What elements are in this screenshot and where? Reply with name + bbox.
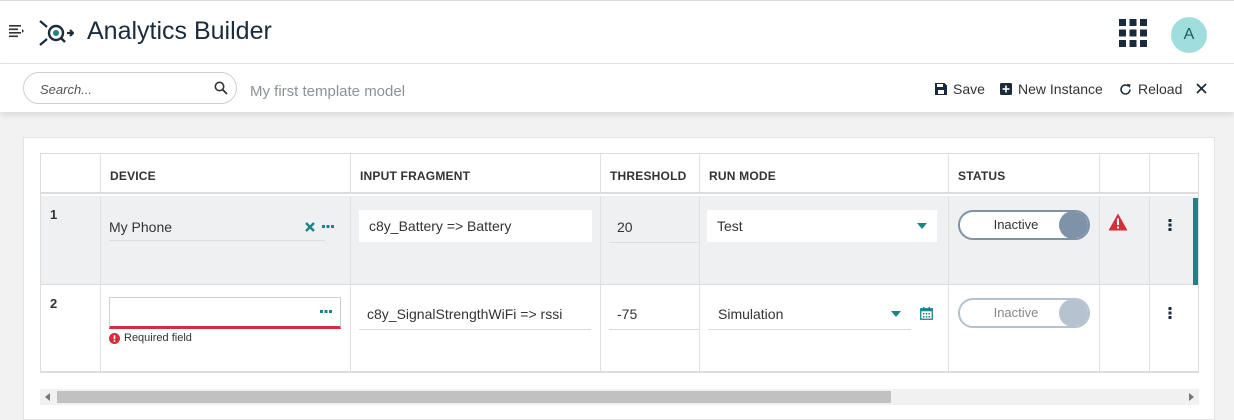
- device-cell: Required field: [101, 285, 351, 371]
- hamburger-icon[interactable]: [8, 23, 24, 39]
- reload-button[interactable]: Reload: [1119, 80, 1182, 98]
- device-field[interactable]: My Phone: [109, 213, 325, 241]
- table-row: 1 My Phone c8y_Battery => Battery 20 Tes…: [41, 196, 1198, 285]
- column-header-warning: [1100, 154, 1150, 194]
- status-label: Inactive: [993, 305, 1039, 320]
- input-fragment-field[interactable]: c8y_Battery => Battery: [359, 210, 592, 242]
- caret-down-icon: [917, 223, 927, 229]
- save-label: Save: [953, 81, 985, 97]
- run-mode-select[interactable]: Test: [707, 210, 937, 242]
- run-mode-value: Test: [717, 218, 743, 234]
- row-number: 2: [50, 296, 58, 311]
- search-input[interactable]: [38, 79, 202, 99]
- threshold-cell: 20: [601, 196, 700, 284]
- threshold-cell: -75: [601, 285, 700, 371]
- more-horizontal-icon[interactable]: [320, 310, 332, 314]
- instances-grid: DEVICE INPUT FRAGMENT THRESHOLD RUN MODE…: [40, 153, 1199, 373]
- validation-message: Required field: [109, 332, 192, 344]
- column-header-threshold[interactable]: THRESHOLD: [601, 154, 700, 194]
- column-header-run-mode[interactable]: RUN MODE: [700, 154, 949, 194]
- row-number: 1: [50, 207, 58, 222]
- plus-square-icon: [1000, 83, 1012, 95]
- clear-icon[interactable]: [305, 222, 315, 232]
- apps-grid-icon[interactable]: [1118, 18, 1148, 48]
- more-horizontal-icon[interactable]: [322, 225, 334, 229]
- error-circle-icon: [109, 332, 120, 344]
- app-title: Analytics Builder: [87, 17, 272, 45]
- threshold-value: -75: [617, 306, 638, 322]
- analytics-builder-logo-icon: [39, 20, 74, 46]
- device-field[interactable]: [109, 297, 341, 329]
- save-button[interactable]: Save: [935, 80, 985, 98]
- horizontal-scrollbar[interactable]: [40, 389, 1199, 405]
- column-header-status[interactable]: STATUS: [949, 154, 1100, 194]
- status-label: Inactive: [993, 217, 1039, 232]
- warning-cell: [1100, 285, 1150, 371]
- column-header-row-number: [41, 154, 101, 194]
- avatar[interactable]: A: [1171, 17, 1207, 53]
- more-vertical-icon[interactable]: [1168, 307, 1172, 319]
- threshold-input[interactable]: 20: [609, 211, 699, 243]
- input-fragment-value: c8y_Battery => Battery: [369, 218, 512, 234]
- column-header-actions: [1150, 154, 1198, 194]
- column-header-device[interactable]: DEVICE: [101, 154, 351, 194]
- column-header-input-fragment[interactable]: INPUT FRAGMENT: [351, 154, 601, 194]
- input-fragment-cell: c8y_Battery => Battery: [351, 196, 601, 284]
- input-fragment-value: c8y_SignalStrengthWiFi => rssi: [367, 306, 563, 322]
- run-mode-cell: Simulation: [700, 285, 949, 371]
- close-icon[interactable]: [1195, 82, 1208, 95]
- run-mode-value: Simulation: [718, 306, 784, 322]
- scroll-right-arrow-icon[interactable]: [1189, 393, 1194, 401]
- search-icon[interactable]: [214, 81, 228, 95]
- input-fragment-cell: c8y_SignalStrengthWiFi => rssi: [351, 285, 601, 371]
- calendar-icon[interactable]: [920, 307, 933, 320]
- threshold-value: 20: [617, 219, 633, 235]
- validation-text: Required field: [124, 332, 192, 344]
- run-mode-select[interactable]: Simulation: [708, 298, 911, 330]
- action-bar: My first template model Save New Instanc…: [0, 64, 1234, 112]
- device-value: My Phone: [109, 219, 173, 235]
- warning-triangle-icon[interactable]: [1108, 213, 1128, 231]
- warning-cell: [1100, 196, 1150, 284]
- new-instance-button[interactable]: New Instance: [1000, 80, 1103, 98]
- row-actions-cell: [1150, 196, 1198, 284]
- more-vertical-icon[interactable]: [1168, 219, 1172, 231]
- new-instance-label: New Instance: [1018, 81, 1103, 97]
- row-number-cell: 1: [41, 196, 101, 284]
- floppy-disk-icon: [935, 83, 947, 95]
- scrollbar-thumb[interactable]: [57, 391, 891, 403]
- threshold-input[interactable]: -75: [609, 298, 699, 330]
- toggle-knob: [1059, 300, 1088, 326]
- status-cell: Inactive: [949, 196, 1100, 284]
- status-cell: Inactive: [949, 285, 1100, 371]
- row-actions-cell: [1150, 285, 1198, 371]
- run-mode-cell: Test: [700, 196, 949, 284]
- toggle-knob: [1059, 212, 1088, 238]
- table-row: 2 Required field c8y_SignalStrengthWiFi: [41, 285, 1198, 372]
- search-box: [23, 72, 237, 104]
- scroll-left-arrow-icon[interactable]: [45, 393, 50, 401]
- caret-down-icon: [891, 311, 901, 317]
- device-cell: My Phone: [101, 196, 351, 284]
- app-header: Analytics Builder A: [0, 0, 1234, 64]
- status-toggle[interactable]: Inactive: [958, 298, 1090, 328]
- input-fragment-field[interactable]: c8y_SignalStrengthWiFi => rssi: [359, 298, 591, 330]
- reload-label: Reload: [1138, 81, 1183, 97]
- selected-row-indicator: [1193, 198, 1198, 285]
- row-number-cell: 2: [41, 285, 101, 371]
- status-toggle[interactable]: Inactive: [958, 210, 1090, 240]
- model-name: My first template model: [250, 83, 406, 100]
- refresh-icon: [1120, 83, 1131, 95]
